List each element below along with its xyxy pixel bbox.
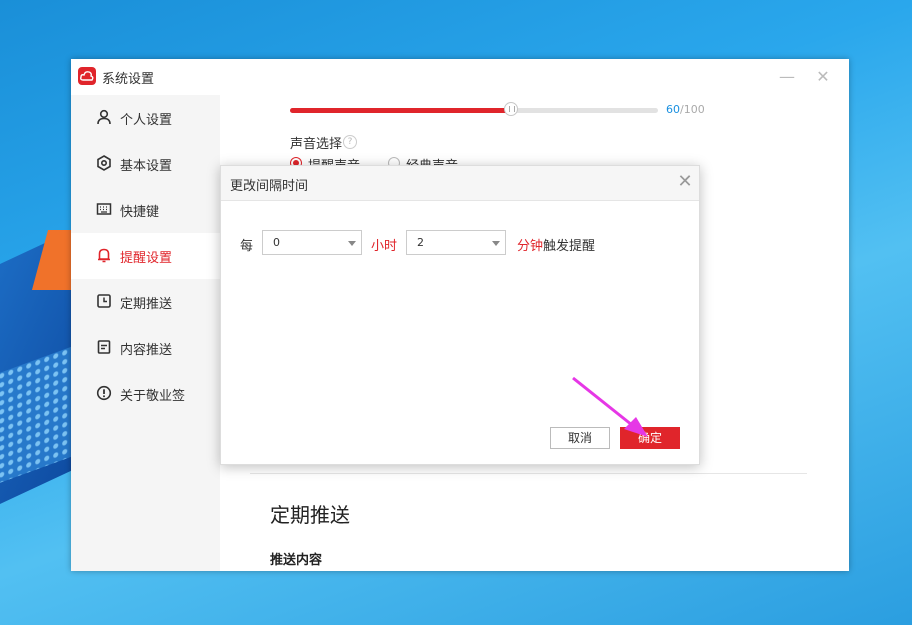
volume-max: /100 <box>680 103 705 116</box>
volume-slider-fill <box>290 108 511 113</box>
minimize-icon[interactable]: — <box>777 67 797 87</box>
hour-select-value: 0 <box>273 236 280 249</box>
sidebar-item-basic[interactable]: 基本设置 <box>71 141 220 187</box>
keyboard-icon <box>96 203 112 215</box>
section-divider <box>250 473 807 474</box>
sidebar-item-personal[interactable]: 个人设置 <box>71 95 220 141</box>
gear-icon <box>97 155 111 171</box>
help-icon[interactable]: ? <box>343 135 357 149</box>
minute-label: 分钟 <box>517 239 544 254</box>
dialog-close-icon[interactable]: ✕ <box>675 172 695 192</box>
bell-icon <box>98 248 110 263</box>
sidebar-item-label: 提醒设置 <box>120 251 173 266</box>
sidebar-item-label: 定期推送 <box>120 297 173 312</box>
volume-value: 60/100 <box>666 103 705 116</box>
sidebar-item-label: 内容推送 <box>120 343 173 358</box>
chevron-down-icon <box>492 241 500 246</box>
each-label: 每 <box>240 239 254 254</box>
chevron-down-icon <box>348 241 356 246</box>
sidebar-item-label: 关于敬业签 <box>120 389 186 404</box>
trigger-label: 触发提醒 <box>543 239 596 254</box>
close-icon[interactable]: ✕ <box>813 67 833 87</box>
volume-slider-thumb[interactable] <box>503 102 518 116</box>
minute-select[interactable]: 2 <box>406 230 506 255</box>
clock-icon <box>97 294 111 308</box>
dialog-title: 更改间隔时间 <box>230 179 309 194</box>
volume-current: 60 <box>666 103 680 116</box>
window-title: 系统设置 <box>102 72 155 87</box>
app-logo-icon <box>78 67 96 85</box>
title-bar: 系统设置 — ✕ <box>71 59 849 96</box>
annotation-arrow-icon <box>572 376 648 437</box>
user-icon <box>97 109 111 125</box>
document-icon <box>97 340 111 354</box>
volume-slider[interactable] <box>290 102 658 116</box>
sidebar-item-label: 快捷键 <box>120 205 160 220</box>
sidebar-item-shortcuts[interactable]: 快捷键 <box>71 187 220 233</box>
sidebar-item-about[interactable]: 关于敬业签 <box>71 371 220 417</box>
section-subtitle: 推送内容 <box>270 553 323 568</box>
sidebar-item-scheduled-push[interactable]: 定期推送 <box>71 279 220 325</box>
sidebar-item-content-push[interactable]: 内容推送 <box>71 325 220 371</box>
sidebar-item-label: 个人设置 <box>120 113 173 128</box>
sidebar-item-label: 基本设置 <box>120 159 173 174</box>
sidebar-item-reminder[interactable]: 提醒设置 <box>71 233 220 279</box>
info-icon <box>96 385 112 401</box>
hour-label: 小时 <box>371 239 398 254</box>
sidebar: 个人设置 基本设置 快捷键 提醒设置 定期推送 内容推送 关于敬业签 <box>71 95 220 571</box>
minute-select-value: 2 <box>417 236 424 249</box>
section-title: 定期推送 <box>270 503 350 527</box>
dialog-header: 更改间隔时间 ✕ <box>221 166 699 201</box>
sound-select-label: 声音选择 <box>290 137 343 152</box>
hour-select[interactable]: 0 <box>262 230 362 255</box>
